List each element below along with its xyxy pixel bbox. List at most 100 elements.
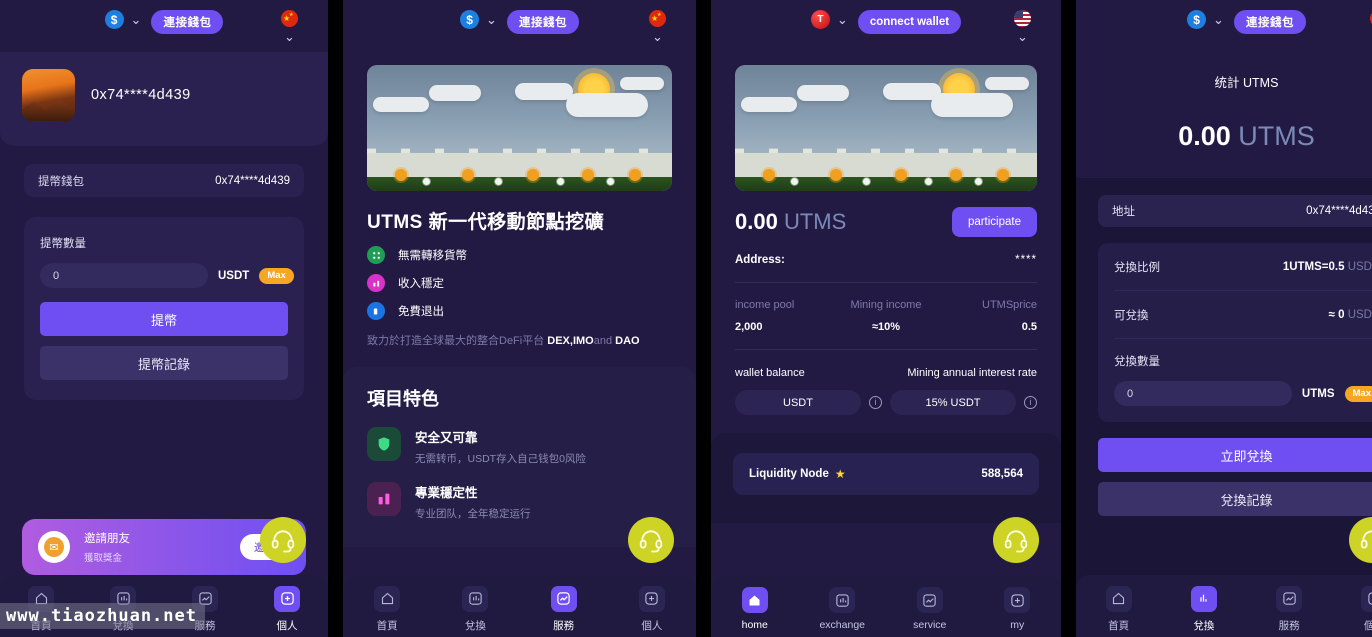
exchange-actions: 立即兌換 兌換記錄	[1098, 438, 1372, 516]
usd-coin-icon	[1187, 10, 1207, 29]
usd-coin-icon	[104, 10, 124, 29]
language-selector[interactable]: ⌄	[281, 10, 298, 43]
wallet-balance-value[interactable]: USDT	[735, 390, 861, 415]
nav-item-my[interactable]: 個人	[1332, 585, 1372, 633]
nav-label-home: home	[741, 619, 768, 631]
chevron-down-icon[interactable]: ⌄	[837, 13, 848, 26]
language-selector[interactable]: ⌄	[1014, 10, 1031, 43]
withdraw-amount-label: 提幣數量	[40, 238, 86, 250]
chevron-down-icon[interactable]: ⌄	[1213, 13, 1224, 26]
headset-support-icon[interactable]	[628, 517, 674, 563]
liquidity-node-card[interactable]: Liquidity Node ★ 588,564	[733, 453, 1039, 495]
nav-item-home[interactable]: home	[711, 587, 799, 631]
exchange-records-button[interactable]: 兌換記錄	[1098, 482, 1372, 516]
withdraw-submit-button[interactable]: 提幣	[40, 302, 288, 336]
header-home-cn: ⌄ 連接錢包 ⌄	[343, 0, 696, 52]
connect-wallet-button[interactable]: 連接錢包	[1233, 10, 1306, 34]
exchange-max-button[interactable]: Max	[1344, 385, 1372, 402]
nav-label-exchange: 兌換	[1193, 619, 1215, 632]
exchange-address-row[interactable]: 地址 0x74****4d439	[1098, 195, 1372, 227]
total-balance-unit: UTMS	[1238, 121, 1315, 151]
chevron-down-icon[interactable]: ⌄	[652, 30, 663, 43]
flower-graphic	[423, 178, 430, 185]
connect-wallet-button[interactable]: connect wallet	[857, 10, 962, 34]
info-icon[interactable]: i	[1024, 396, 1037, 409]
stat-header-income-pool: income pool	[735, 299, 795, 311]
stat-header-mining-income: Mining income	[850, 299, 922, 311]
avatar	[22, 68, 75, 122]
nav-item-home[interactable]: 首頁	[343, 585, 431, 633]
exchange-rate-number: 1UTMS=0.5	[1282, 260, 1348, 273]
wallet-balance-header-row: wallet balance Mining annual interest ra…	[735, 367, 1037, 379]
withdraw-amount-input[interactable]	[40, 263, 208, 288]
exchangeable-number: ≈ 0	[1328, 308, 1348, 321]
chevron-down-icon[interactable]: ⌄	[284, 30, 295, 43]
chain-selector[interactable]: ⌄	[810, 10, 848, 29]
service-icon	[1276, 585, 1303, 612]
exchange-amount-input[interactable]	[1114, 381, 1292, 406]
connect-wallet-button[interactable]: 連接錢包	[506, 10, 579, 34]
withdraw-wallet-row[interactable]: 提幣錢包 0x74****4d439	[24, 164, 304, 197]
panel-gap	[696, 0, 711, 637]
exchange-rate-unit: USDT	[1347, 260, 1372, 273]
flower-graphic	[950, 169, 962, 181]
withdraw-records-button[interactable]: 提幣記錄	[40, 346, 288, 380]
bottom-nav-home-en: home exchange service my	[711, 575, 1061, 637]
withdraw-wallet-value: 0x74****4d439	[215, 174, 290, 187]
bottom-nav-home-cn: 首頁 兌換 服務 個人	[343, 575, 696, 637]
panel-home-en: ⌄ connect wallet ⌄	[711, 0, 1061, 637]
header-home-en: ⌄ connect wallet ⌄	[711, 0, 1061, 52]
flower-graphic	[527, 169, 539, 181]
nav-item-service[interactable]: 服務	[520, 585, 608, 633]
nav-item-exchange[interactable]: 兌換	[431, 585, 519, 633]
exchange-submit-button[interactable]: 立即兌換	[1098, 438, 1372, 472]
flower-graphic	[925, 178, 932, 185]
chain-selector[interactable]: ⌄	[104, 10, 142, 29]
nav-label-exchange: 兌換	[464, 619, 486, 632]
chevron-down-icon[interactable]: ⌄	[131, 13, 142, 26]
chevron-down-icon[interactable]: ⌄	[486, 13, 497, 26]
invite-title: 邀請朋友	[84, 533, 130, 545]
nav-item-my[interactable]: 個人	[608, 585, 696, 633]
chain-selector[interactable]: ⌄	[460, 10, 497, 29]
language-selector[interactable]: ⌄	[649, 10, 666, 43]
flower-graphic	[462, 169, 474, 181]
nav-item-exchange[interactable]: exchange	[799, 587, 887, 631]
mining-rate-value[interactable]: 15% USDT	[890, 390, 1016, 415]
nav-item-my[interactable]: 個人	[246, 585, 328, 633]
nav-item-service[interactable]: 服務	[1247, 585, 1332, 633]
headset-support-icon[interactable]	[260, 517, 306, 563]
flower-graphic	[830, 169, 842, 181]
mining-rate-label: Mining annual interest rate	[907, 367, 1037, 379]
nav-item-exchange[interactable]: 兌換	[1161, 585, 1246, 633]
liquidity-node-section: Liquidity Node ★ 588,564	[711, 433, 1061, 523]
exchange-address-value: 0x74****4d439	[1306, 205, 1372, 217]
flower-graphic	[975, 178, 982, 185]
balance-unit: UTMS	[783, 209, 847, 234]
nav-item-home[interactable]: 首頁	[1076, 585, 1161, 633]
nav-item-service[interactable]: service	[886, 587, 974, 631]
chevron-down-icon[interactable]: ⌄	[1017, 30, 1028, 43]
withdraw-max-button[interactable]: Max	[259, 267, 294, 284]
nav-label-exchange: exchange	[819, 619, 866, 631]
screenshot-strip: ⌄ 連接錢包 ⌄ 0x74****4d439 提幣錢包 0x74****4d43…	[0, 0, 1372, 637]
tron-coin-icon	[810, 10, 830, 29]
hero-subtitle-and: and	[593, 335, 616, 347]
chain-selector[interactable]: ⌄	[1187, 10, 1224, 29]
nav-label-service: 服務	[553, 619, 575, 632]
info-icon[interactable]: i	[869, 396, 882, 409]
nav-label-my: 個人	[641, 619, 663, 632]
feature-card-title: 專業穩定性	[415, 486, 478, 501]
exchange-unit-label: UTMS	[1301, 387, 1335, 400]
participate-button[interactable]: participate	[951, 207, 1037, 237]
invite-subtitle: 獲取獎金	[84, 553, 123, 564]
chart-icon	[1190, 585, 1217, 612]
address-value: ****	[1015, 254, 1037, 266]
liquidity-node-name: Liquidity Node ★	[749, 467, 846, 481]
nav-item-my[interactable]: my	[974, 587, 1062, 631]
headset-support-icon[interactable]	[993, 517, 1039, 563]
connect-wallet-button[interactable]: 連接錢包	[151, 10, 224, 34]
account-card: 0x74****4d439	[0, 52, 328, 146]
header-withdraw: ⌄ 連接錢包 ⌄	[0, 0, 328, 52]
fence-rail-graphic	[367, 153, 672, 177]
